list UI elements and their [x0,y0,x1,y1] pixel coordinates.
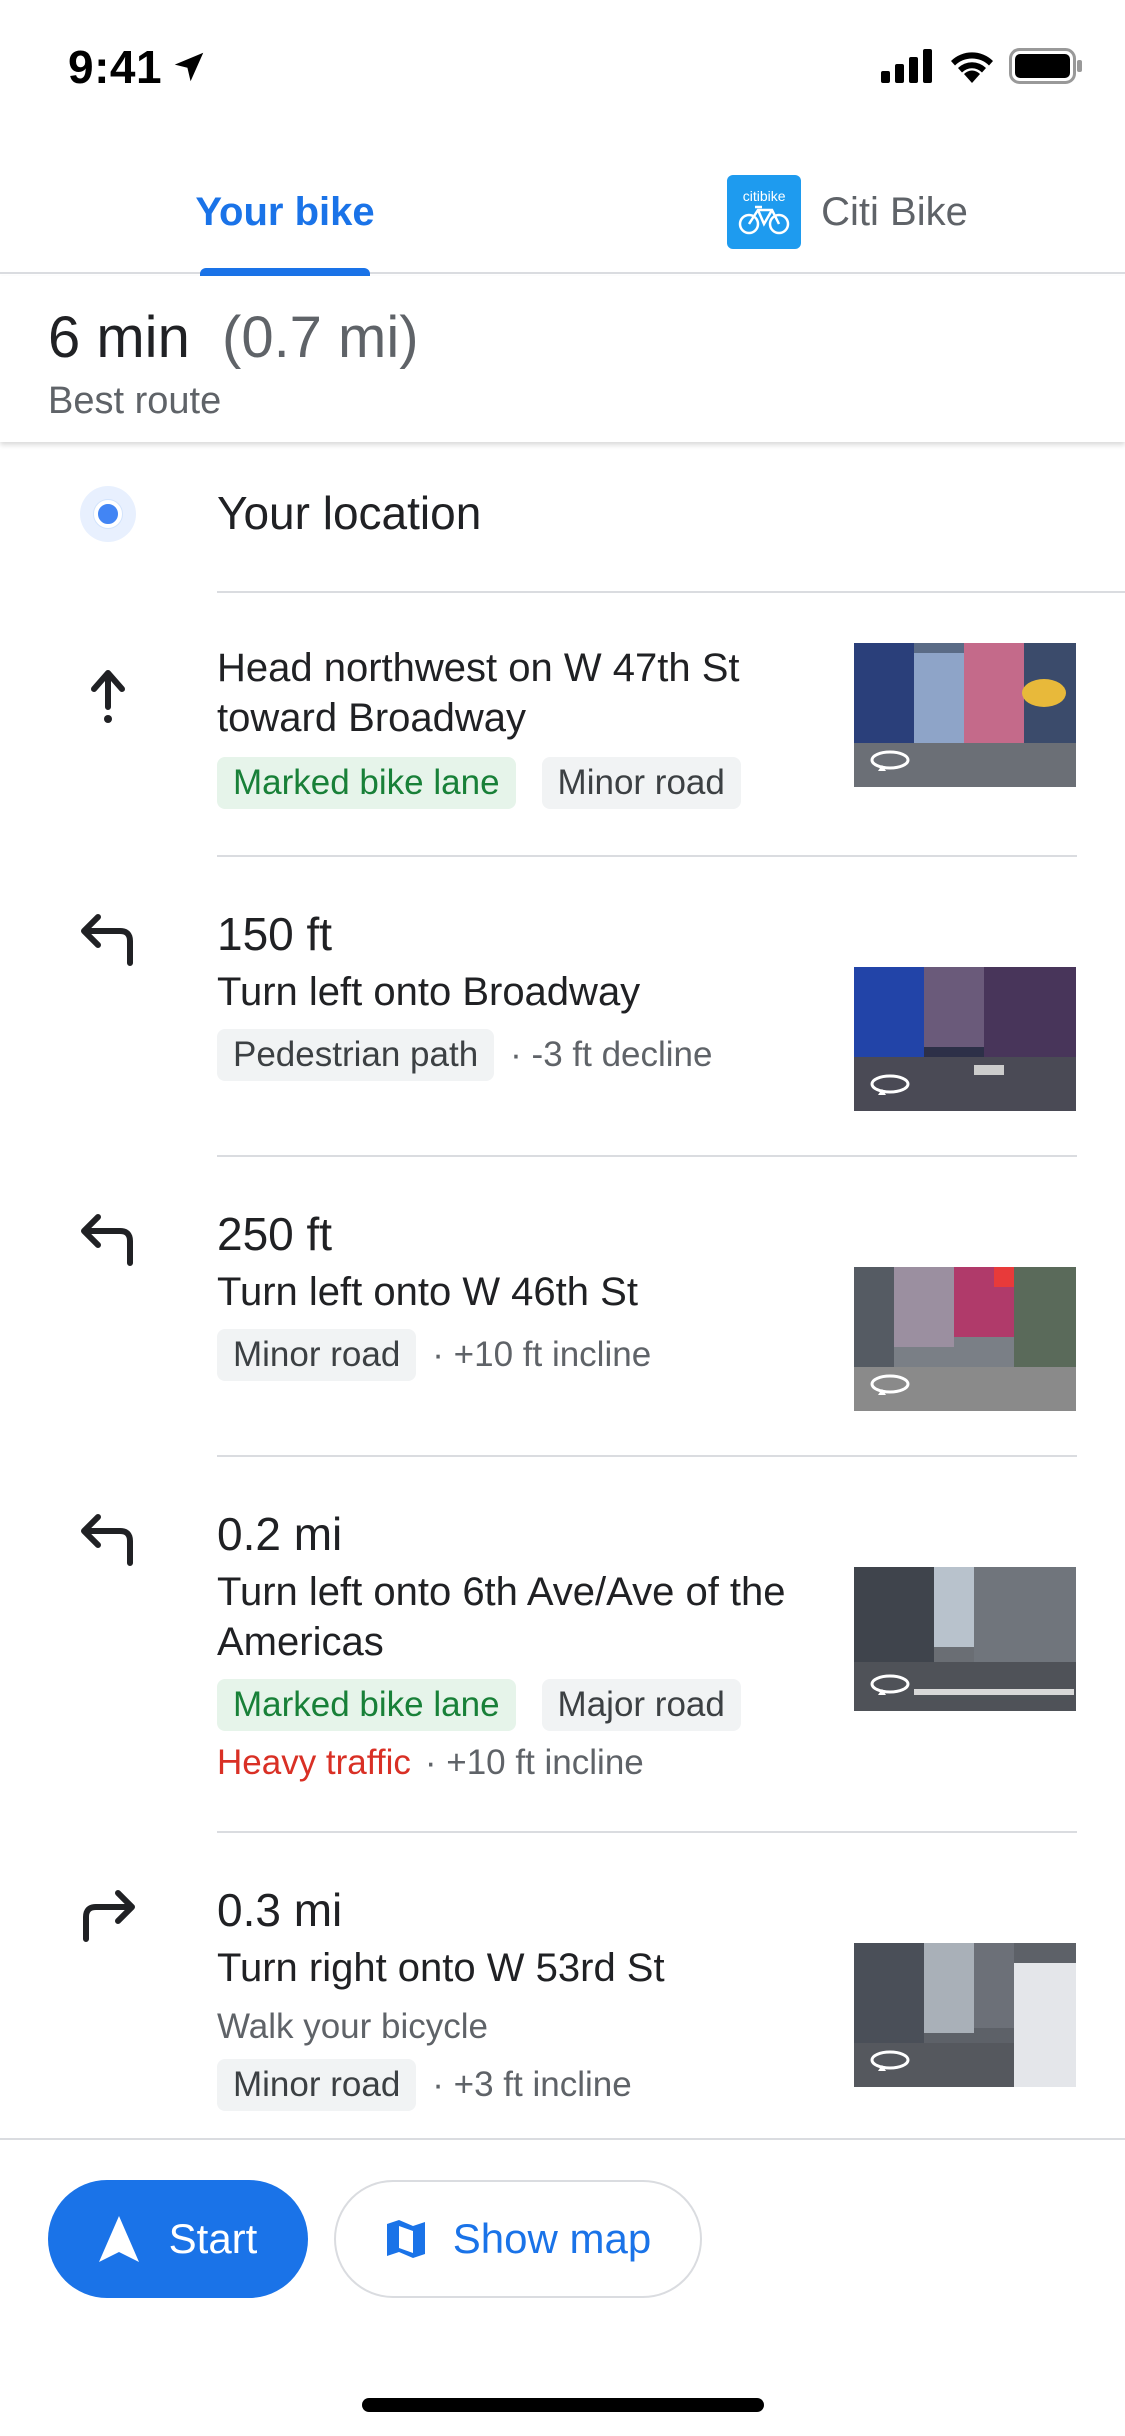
step-distance: 0.2 mi [217,1508,343,1560]
road-type-chip: Minor road [541,757,741,809]
status-time: 9:41 [68,40,208,94]
origin-row: Your location [0,444,1125,592]
panorama-360-icon [870,1674,910,1695]
wifi-icon [951,52,993,83]
route-duration: 6 min [48,305,190,370]
transport-tabs: Your bike citibike Citi Bike [0,150,1125,276]
tab-your-bike[interactable]: Your bike [0,150,570,276]
step-chips: Minor road · +10 ft incline [217,1329,651,1381]
step-chips: Marked bike lane Major road [217,1679,741,1731]
step-note: Walk your bicycle [217,2007,488,2046]
status-icons [881,48,1083,84]
origin-label: Your location [217,487,482,539]
show-map-button-label: Show map [452,2215,652,2262]
direction-step[interactable]: 150 ft Turn left onto Broadway Pedestria… [0,857,1125,1155]
route-subtitle: Best route [48,380,222,422]
road-type-chip: Major road [541,1679,741,1731]
route-summary: 6 min (0.7 mi) Best route [0,276,1125,442]
step-instruction: Turn left onto 6th Ave/Ave of the Americ… [217,1570,786,1664]
route-distance: (0.7 mi) [222,305,419,370]
map-icon [386,2220,425,2258]
panorama-360-icon [870,2050,910,2071]
street-view-thumbnail[interactable] [854,1567,1076,1711]
panorama-360-icon [870,750,910,771]
turn-left-icon [81,1214,133,1266]
direction-step[interactable]: 0.3 mi Turn right onto W 53rd St Walk yo… [0,1833,1125,2136]
tab-citi-bike[interactable]: citibike Citi Bike [570,150,1125,274]
panorama-360-icon [870,1374,910,1395]
road-type-chip: Minor road [217,1329,417,1381]
start-button-label: Start [168,2215,258,2262]
direction-step[interactable]: 250 ft Turn left onto W 46th St Minor ro… [0,1157,1125,1455]
step-distance: 0.3 mi [217,1884,343,1936]
step-instruction: Turn left onto Broadway [217,970,641,1014]
elevation-info: · +10 ft incline [432,1335,652,1374]
panorama-360-icon [870,1074,910,1095]
direction-step[interactable]: Head northwest on W 47th St toward Broad… [0,593,1125,855]
show-map-button[interactable]: Show map [334,2180,702,2298]
cellular-signal-icon [881,49,932,83]
status-time-text: 9:41 [68,41,163,93]
step-distance: 250 ft [217,1208,333,1260]
citi-bike-logo-text: citibike [742,188,786,204]
street-view-thumbnail[interactable] [854,1943,1076,2087]
turn-left-icon [81,1514,133,1566]
battery-icon [1009,48,1082,84]
tab-citi-bike-label: Citi Bike [821,189,968,234]
elevation-info: · -3 ft decline [510,1035,713,1074]
location-services-icon [174,52,204,82]
street-view-thumbnail[interactable] [854,643,1076,787]
street-view-thumbnail[interactable] [854,1267,1076,1411]
arrow-up-icon [91,670,125,723]
turn-right-icon [83,1890,135,1942]
start-button[interactable]: Start [48,2180,308,2298]
step-distance: 150 ft [217,908,333,960]
citi-bike-logo-icon: citibike [727,175,802,249]
road-type-chip: Minor road [217,2059,417,2111]
street-view-thumbnail[interactable] [854,967,1076,1111]
navigation-arrow-icon [98,2216,139,2262]
traffic-row: Heavy traffic · +10 ft incline [217,1743,644,1783]
traffic-warning: Heavy traffic [217,1743,411,1782]
step-instruction: Head northwest on W 47th St toward Broad… [217,646,740,740]
bottom-action-bar: Start Show map [0,2138,1125,2436]
direction-step[interactable]: 0.2 mi Turn left onto 6th Ave/Ave of the… [0,1457,1125,1831]
active-tab-indicator [200,268,370,276]
step-instruction: Turn right onto W 53rd St [217,1946,665,1990]
tab-your-bike-label: Your bike [195,189,375,234]
step-chips: Marked bike lane Minor road [217,757,741,809]
home-indicator [362,2398,764,2412]
step-instruction: Turn left onto W 46th St [217,1270,638,1314]
bicycle-icon [738,205,790,235]
elevation-info: · +10 ft incline [424,1743,644,1782]
elevation-info: · +3 ft incline [432,2065,632,2104]
current-location-dot [94,500,122,528]
bike-lane-chip: Marked bike lane [217,757,516,809]
road-type-chip: Pedestrian path [217,1029,495,1081]
status-bar: 9:41 [0,0,1125,130]
turn-left-icon [81,914,133,966]
step-chips: Minor road · +3 ft incline [217,2059,632,2111]
bike-lane-chip: Marked bike lane [217,1679,516,1731]
step-chips: Pedestrian path · -3 ft decline [217,1029,712,1081]
